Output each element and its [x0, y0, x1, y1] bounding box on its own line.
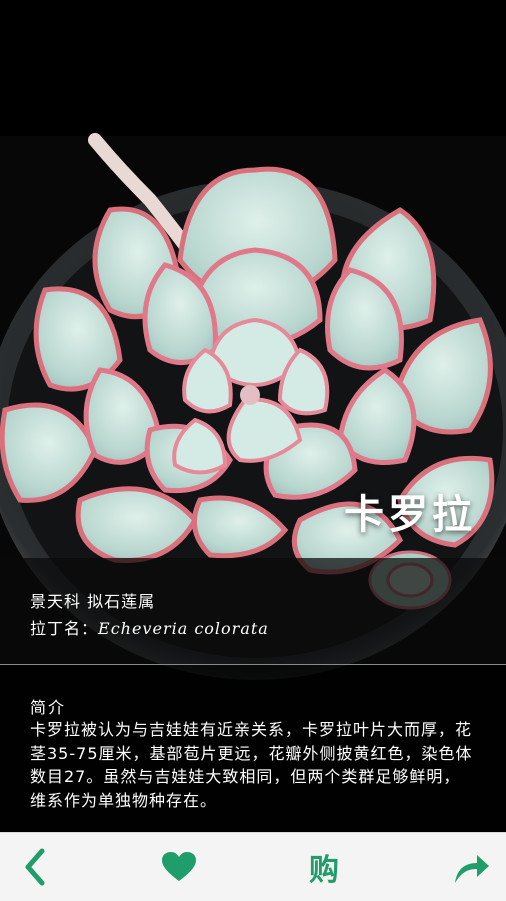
buy-button[interactable]: 购 [289, 833, 359, 901]
latin-name: Echeveria colorata [98, 619, 269, 638]
favorite-button[interactable] [144, 833, 214, 901]
buy-label: 购 [309, 853, 339, 888]
plant-name-overlay: 卡罗拉 [344, 492, 476, 538]
bottom-toolbar: 购 [0, 832, 506, 901]
family-genus-text: 景天科 拟石莲属 [30, 592, 156, 611]
back-button[interactable] [0, 833, 70, 901]
description-body[interactable]: 卡罗拉被认为与吉娃娃有近亲关系，卡罗拉叶片大而厚，花茎35-75厘米，基部苞片更… [30, 718, 476, 832]
latin-name-line: 拉丁名：Echeveria colorata [30, 615, 269, 639]
share-button[interactable] [436, 833, 506, 901]
description-title: 简介 [30, 698, 67, 717]
heart-icon [162, 852, 196, 881]
latin-name-prefix: 拉丁名： [30, 619, 99, 638]
chevron-left-icon [25, 848, 45, 886]
share-arrow-icon [455, 855, 489, 883]
